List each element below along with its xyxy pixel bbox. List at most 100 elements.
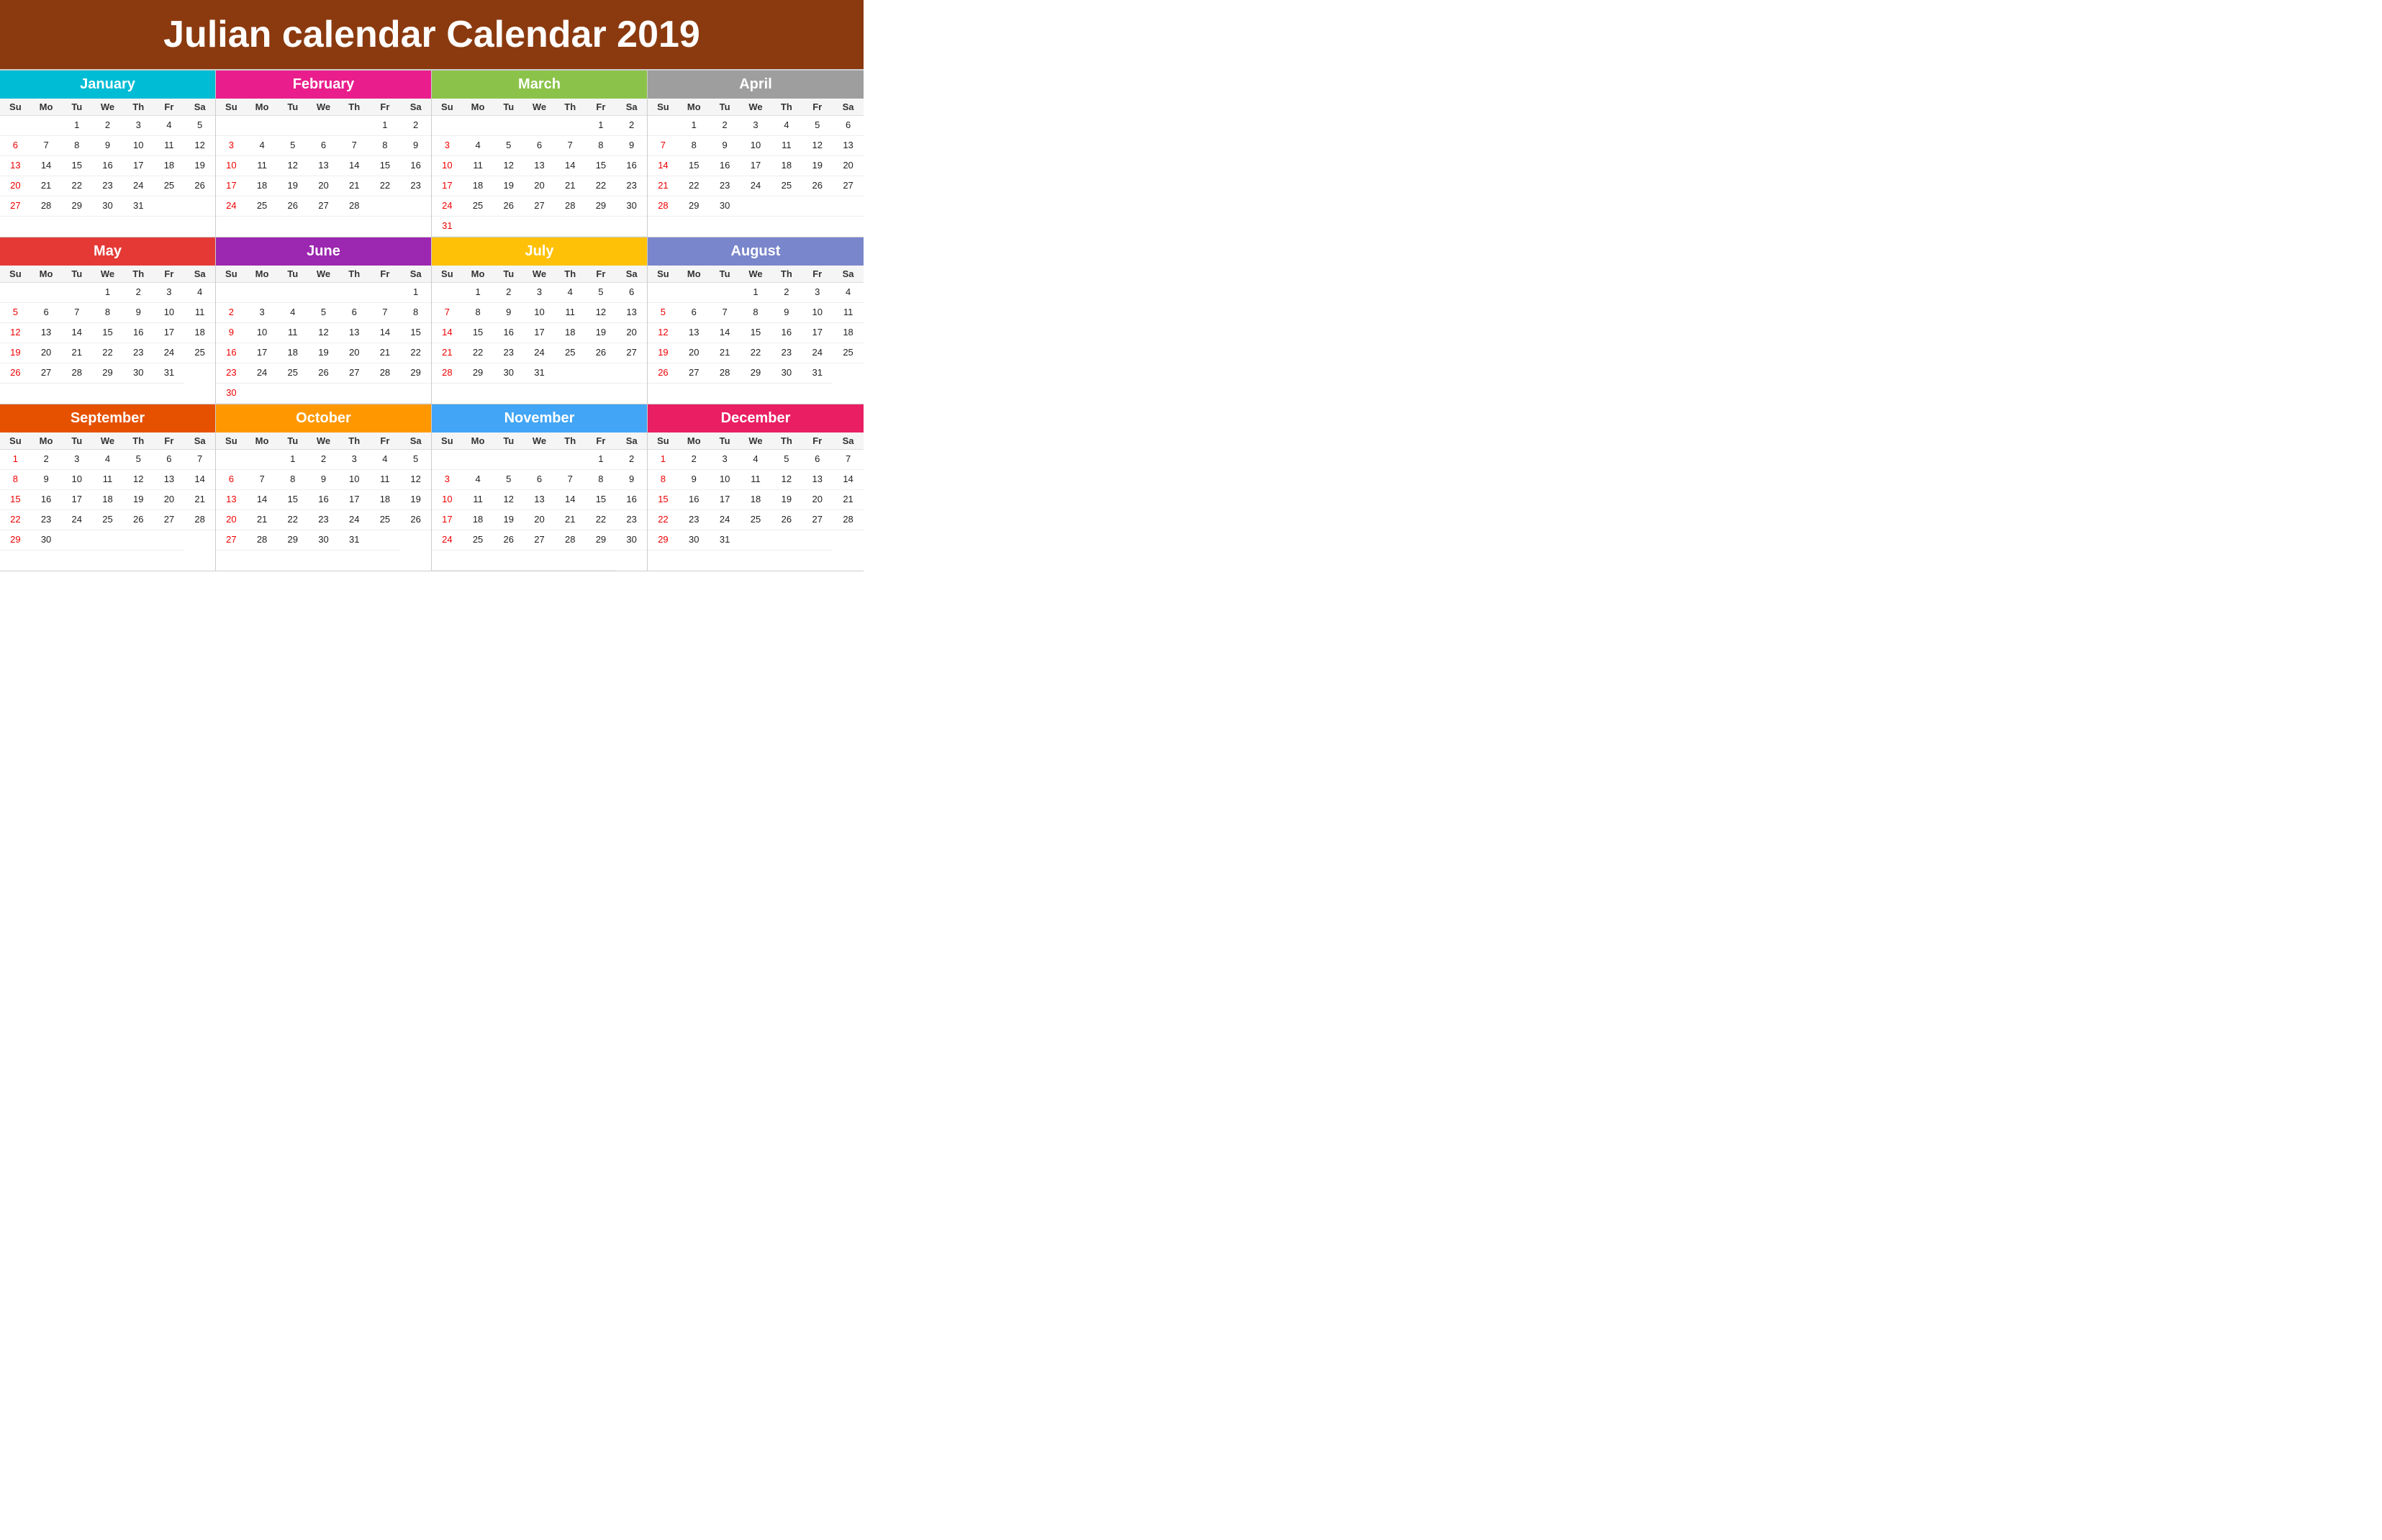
dow-cell: Th [123, 432, 154, 450]
day-cell: 8 [277, 470, 308, 490]
days-grid: 1234567891011121314151617181920212223242… [648, 116, 864, 217]
day-cell: 30 [308, 530, 339, 551]
day-cell: 1 [648, 450, 679, 470]
day-cell: 16 [216, 343, 247, 363]
day-cell: 8 [679, 136, 710, 156]
day-cell: 27 [833, 176, 864, 196]
days-grid: 1234567891011121314151617181920212223242… [216, 116, 431, 217]
day-cell: 11 [277, 323, 308, 343]
day-cell: 1 [277, 450, 308, 470]
day-cell [154, 196, 185, 217]
dow-cell: Fr [802, 99, 833, 116]
day-cell: 27 [524, 530, 555, 551]
day-cell [277, 384, 308, 404]
day-cell: 12 [123, 470, 154, 490]
day-cell: 8 [400, 303, 431, 323]
day-cell: 25 [555, 343, 586, 363]
day-cell: 17 [741, 156, 771, 176]
day-cell: 16 [771, 323, 802, 343]
day-cell: 17 [123, 156, 154, 176]
day-cell: 16 [31, 490, 62, 510]
month-header-march: March [432, 71, 647, 99]
day-cell: 2 [771, 283, 802, 303]
day-cell: 22 [400, 343, 431, 363]
dow-cell: Th [555, 432, 586, 450]
day-cell [154, 530, 185, 551]
dow-cell: Sa [400, 99, 431, 116]
day-cell: 23 [616, 510, 647, 530]
day-cell: 11 [741, 470, 771, 490]
day-cell: 6 [216, 470, 247, 490]
day-cell: 29 [679, 196, 710, 217]
day-cell: 14 [61, 323, 92, 343]
day-cell: 28 [247, 530, 278, 551]
day-cell: 27 [679, 363, 710, 384]
day-cell: 22 [648, 510, 679, 530]
dow-cell: Fr [586, 432, 617, 450]
month-block-march: MarchSuMoTuWeThFrSa123456789101112131415… [432, 71, 648, 237]
dow-cell: We [92, 432, 123, 450]
day-cell: 2 [31, 450, 62, 470]
day-cell: 28 [31, 196, 62, 217]
day-cell: 29 [586, 530, 617, 551]
day-cell: 29 [277, 530, 308, 551]
day-cell: 24 [247, 363, 278, 384]
dow-cell: Su [432, 432, 463, 450]
day-cell: 16 [308, 490, 339, 510]
day-cell: 5 [308, 303, 339, 323]
dow-row: SuMoTuWeThFrSa [648, 432, 864, 450]
dow-cell: Fr [586, 99, 617, 116]
day-cell [308, 116, 339, 136]
day-cell: 21 [247, 510, 278, 530]
day-cell: 25 [833, 343, 864, 363]
day-cell: 13 [0, 156, 31, 176]
day-cell: 20 [339, 343, 370, 363]
day-cell: 6 [616, 283, 647, 303]
day-cell: 7 [710, 303, 741, 323]
day-cell: 26 [802, 176, 833, 196]
dow-cell: Sa [616, 99, 647, 116]
day-cell: 18 [833, 323, 864, 343]
day-cell [524, 551, 555, 571]
day-cell: 6 [524, 470, 555, 490]
day-cell: 14 [555, 156, 586, 176]
day-cell: 7 [833, 450, 864, 470]
day-cell: 24 [154, 343, 185, 363]
day-cell: 17 [154, 323, 185, 343]
day-cell: 13 [524, 490, 555, 510]
day-cell: 7 [339, 136, 370, 156]
day-cell: 20 [833, 156, 864, 176]
day-cell: 16 [616, 156, 647, 176]
day-cell: 12 [771, 470, 802, 490]
month-header-may: May [0, 237, 215, 266]
day-cell [463, 450, 494, 470]
day-cell: 11 [555, 303, 586, 323]
day-cell: 27 [31, 363, 62, 384]
day-cell [493, 450, 524, 470]
day-cell: 5 [493, 136, 524, 156]
day-cell: 2 [123, 283, 154, 303]
month-header-august: August [648, 237, 864, 266]
day-cell: 27 [802, 510, 833, 530]
day-cell: 19 [400, 490, 431, 510]
day-cell [339, 384, 370, 404]
month-header-november: November [432, 404, 647, 432]
days-grid: 1234567891011121314151617181920212223242… [216, 283, 431, 404]
dow-cell: Tu [710, 432, 741, 450]
day-cell: 2 [92, 116, 123, 136]
day-cell [370, 283, 401, 303]
day-cell: 9 [123, 303, 154, 323]
day-cell: 7 [370, 303, 401, 323]
day-cell: 30 [710, 196, 741, 217]
dow-cell: Mo [679, 266, 710, 283]
day-cell: 19 [771, 490, 802, 510]
day-cell: 24 [216, 196, 247, 217]
day-cell: 7 [61, 303, 92, 323]
dow-cell: Th [339, 432, 370, 450]
day-cell: 21 [339, 176, 370, 196]
day-cell: 12 [586, 303, 617, 323]
day-cell: 23 [308, 510, 339, 530]
day-cell [61, 530, 92, 551]
day-cell: 23 [123, 343, 154, 363]
dow-cell: Tu [277, 266, 308, 283]
